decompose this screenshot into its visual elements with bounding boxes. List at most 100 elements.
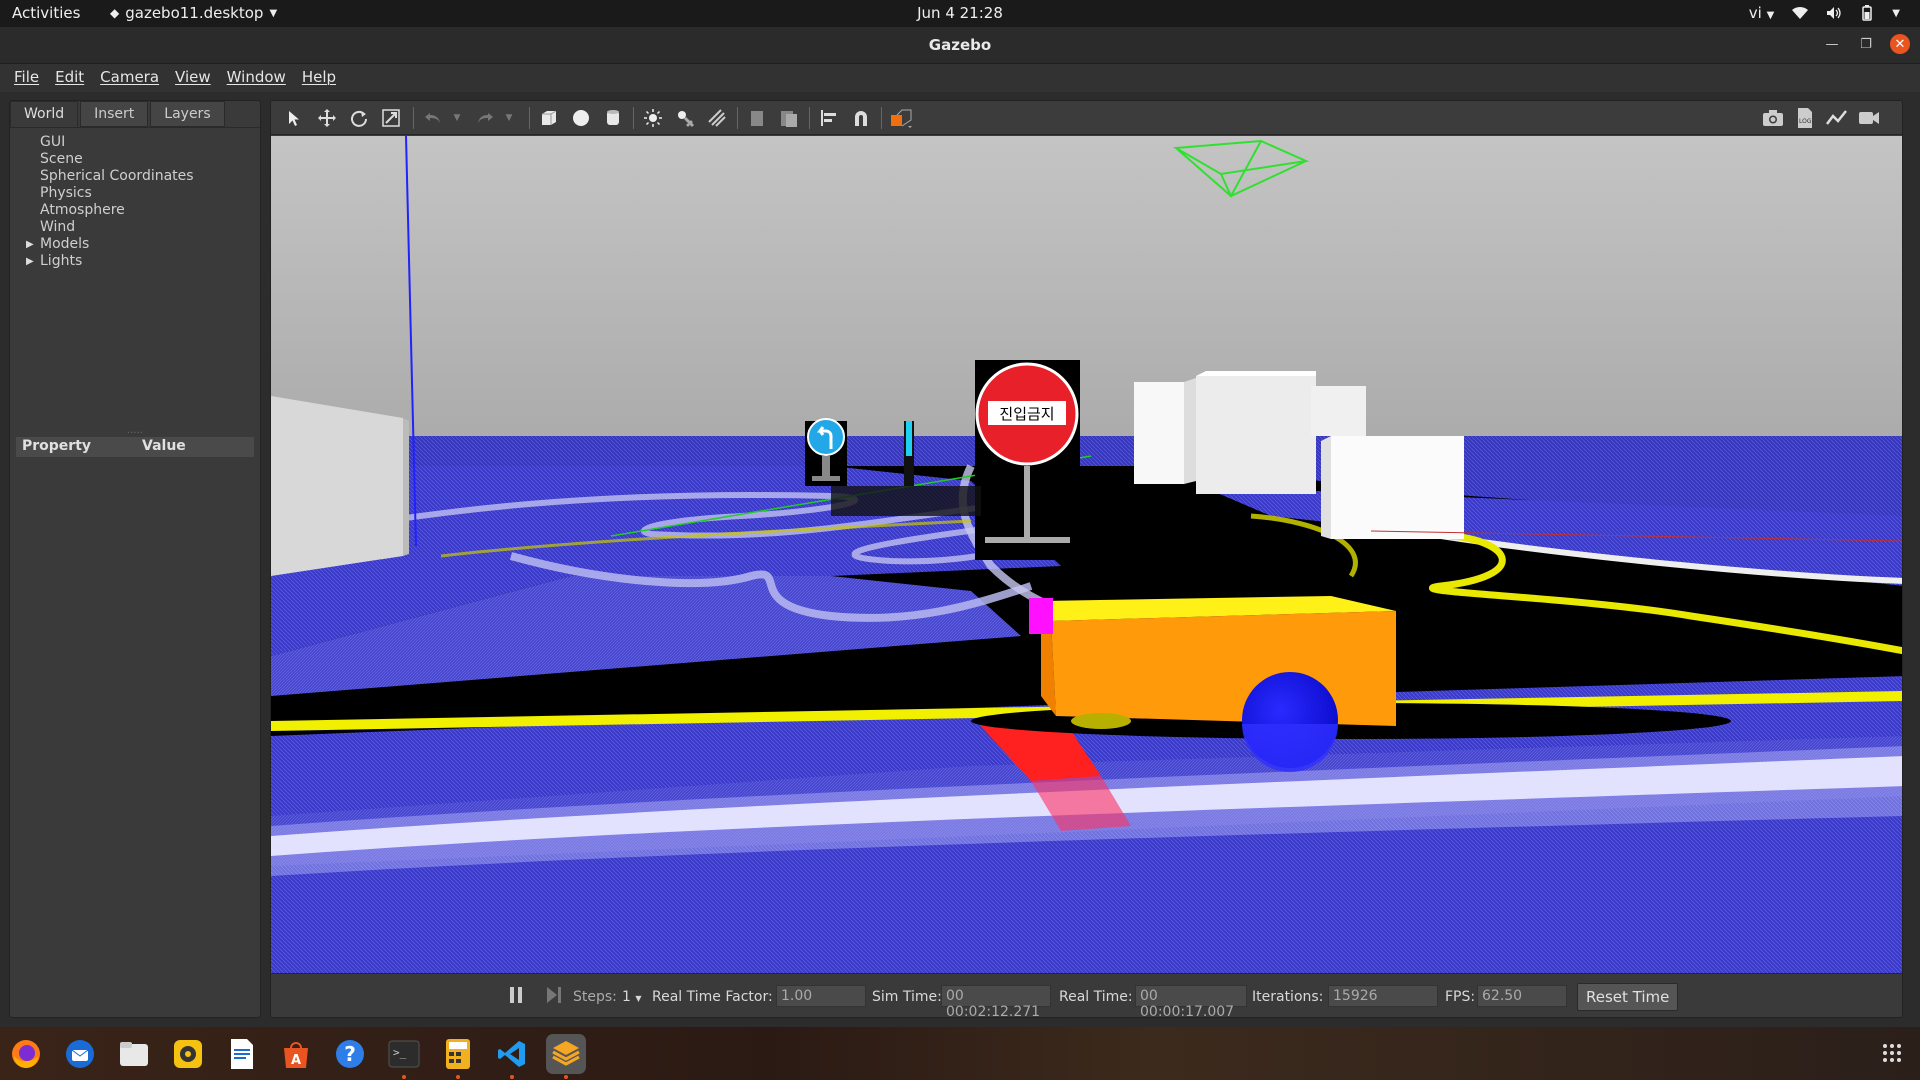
menu-edit[interactable]: Edit — [47, 64, 92, 92]
left-panel-tabs: World Insert Layers — [10, 101, 260, 127]
steps-value: 1 — [622, 989, 631, 1005]
calculator-icon[interactable] — [440, 1036, 476, 1072]
tab-insert[interactable]: Insert — [80, 101, 149, 127]
minimize-button[interactable]: — — [1822, 34, 1842, 54]
tree-item-physics[interactable]: Physics — [22, 185, 260, 202]
software-icon[interactable]: A — [278, 1036, 314, 1072]
input-method-label: vi — [1748, 4, 1762, 22]
tree-item-label: Physics — [40, 185, 92, 201]
tree-item-scene[interactable]: Scene — [22, 151, 260, 168]
files-icon[interactable] — [116, 1036, 152, 1072]
tree-item-label: Lights — [40, 253, 83, 269]
robot-body — [1051, 611, 1396, 726]
sky-background — [271, 136, 1902, 481]
paste-icon[interactable] — [777, 106, 801, 130]
writer-icon[interactable] — [224, 1036, 260, 1072]
steps-label: Steps: — [573, 989, 617, 1005]
rtf-field: 1.00 — [776, 985, 866, 1007]
pause-icon[interactable] — [509, 986, 523, 1008]
robot-pink-marker — [1029, 598, 1053, 634]
copy-icon[interactable] — [745, 106, 769, 130]
property-column-header[interactable]: Property — [16, 437, 136, 457]
world-tree: GUI Scene Spherical Coordinates Physics … — [10, 127, 260, 427]
tab-world[interactable]: World — [10, 101, 79, 127]
window-title-bar[interactable]: Gazebo — ❐ ✕ — [0, 27, 1920, 64]
spot-light-icon[interactable] — [673, 106, 697, 130]
firefox-icon[interactable] — [8, 1036, 44, 1072]
white-box-4-side — [1321, 436, 1331, 539]
scale-mode-icon[interactable] — [379, 106, 403, 130]
tree-item-label: Scene — [40, 151, 83, 167]
svg-text:A: A — [291, 1053, 301, 1068]
tab-layers[interactable]: Layers — [150, 101, 225, 127]
tree-item-lights[interactable]: ▶ Lights — [22, 253, 260, 270]
undo-icon[interactable] — [421, 106, 445, 130]
menu-help[interactable]: Help — [294, 64, 344, 92]
fps-field: 62.50 — [1477, 985, 1567, 1007]
log-icon[interactable]: LOG — [1793, 106, 1817, 130]
menu-view[interactable]: View — [167, 64, 219, 92]
panel-splitter-handle[interactable]: ..... — [10, 426, 260, 437]
box-shape-icon[interactable] — [537, 106, 561, 130]
value-column-header[interactable]: Value — [136, 437, 192, 457]
chevron-down-icon: ▼ — [635, 994, 642, 1003]
no-entry-sign-text: 진입금지 — [999, 405, 1054, 423]
translate-mode-icon[interactable] — [315, 106, 339, 130]
show-applications-icon[interactable] — [1882, 1043, 1902, 1067]
menu-file[interactable]: File — [6, 64, 47, 92]
fps-label: FPS: — [1445, 989, 1476, 1005]
thunderbird-icon[interactable] — [62, 1036, 98, 1072]
3d-render-scene[interactable]: 진입금지 — [271, 136, 1903, 973]
step-forward-icon[interactable] — [546, 986, 562, 1008]
no-entry-sign-post — [1024, 466, 1030, 541]
robot-caster-wheel — [1071, 713, 1131, 729]
real-time-label: Real Time: — [1059, 989, 1133, 1005]
expand-arrow-icon[interactable]: ▶ — [26, 236, 34, 253]
tree-item-label: Atmosphere — [40, 202, 125, 218]
terminal-icon[interactable]: >_ — [386, 1036, 422, 1072]
tree-item-gui[interactable]: GUI — [22, 134, 260, 151]
expand-arrow-icon[interactable]: ▶ — [26, 253, 34, 270]
menu-camera[interactable]: Camera — [92, 64, 167, 92]
steps-spinbox[interactable]: 1 ▼ — [622, 989, 642, 1005]
property-table-header: Property Value — [16, 437, 254, 457]
tree-item-models[interactable]: ▶ Models — [22, 236, 260, 253]
close-button[interactable]: ✕ — [1890, 34, 1910, 54]
render-view-container: ▼ ▼ LOG 진입금지 Steps: 1 ▼ Real Time Factor… — [270, 100, 1903, 1018]
gazebo-icon[interactable] — [546, 1034, 586, 1074]
menu-window[interactable]: Window — [219, 64, 294, 92]
tree-item-label: Spherical Coordinates — [40, 168, 194, 184]
snap-magnet-icon[interactable] — [849, 106, 873, 130]
tree-item-atmosphere[interactable]: Atmosphere — [22, 202, 260, 219]
input-method-indicator[interactable]: vi ▼ — [1749, 4, 1775, 22]
vscode-icon[interactable] — [494, 1036, 530, 1072]
cylinder-shape-icon[interactable] — [601, 106, 625, 130]
sphere-shape-icon[interactable] — [569, 106, 593, 130]
help-icon[interactable]: ? — [332, 1036, 368, 1072]
maximize-button[interactable]: ❐ — [1856, 34, 1876, 54]
gnome-top-bar: Activities ◆ gazebo11.desktop ▼ Jun 4 21… — [0, 0, 1920, 27]
point-light-icon[interactable] — [641, 106, 665, 130]
redo-icon[interactable] — [473, 106, 497, 130]
rhythmbox-icon[interactable] — [170, 1036, 206, 1072]
directional-light-icon[interactable] — [705, 106, 729, 130]
align-icon[interactable] — [817, 106, 841, 130]
view-angle-icon[interactable] — [889, 106, 913, 130]
tree-item-label: Models — [40, 236, 90, 252]
turn-left-arrow-icon — [807, 418, 845, 456]
plot-icon[interactable] — [1825, 106, 1849, 130]
tree-item-spherical-coordinates[interactable]: Spherical Coordinates — [22, 168, 260, 185]
reset-time-button[interactable]: Reset Time — [1577, 983, 1679, 1011]
clock[interactable]: Jun 4 21:28 — [0, 4, 1920, 22]
chevron-down-icon: ▼ — [1892, 7, 1900, 19]
select-mode-icon[interactable] — [283, 106, 307, 130]
tree-item-label: Wind — [40, 219, 76, 235]
screenshot-camera-icon[interactable] — [1761, 106, 1785, 130]
rotate-mode-icon[interactable] — [347, 106, 371, 130]
undo-history-chevron-icon[interactable]: ▼ — [445, 106, 469, 130]
window-controls: — ❐ ✕ — [1822, 34, 1910, 54]
redo-history-chevron-icon[interactable]: ▼ — [497, 106, 521, 130]
tree-item-wind[interactable]: Wind — [22, 219, 260, 236]
video-record-icon[interactable] — [1857, 106, 1881, 130]
system-tray[interactable]: vi ▼ ▼ — [1749, 4, 1900, 22]
